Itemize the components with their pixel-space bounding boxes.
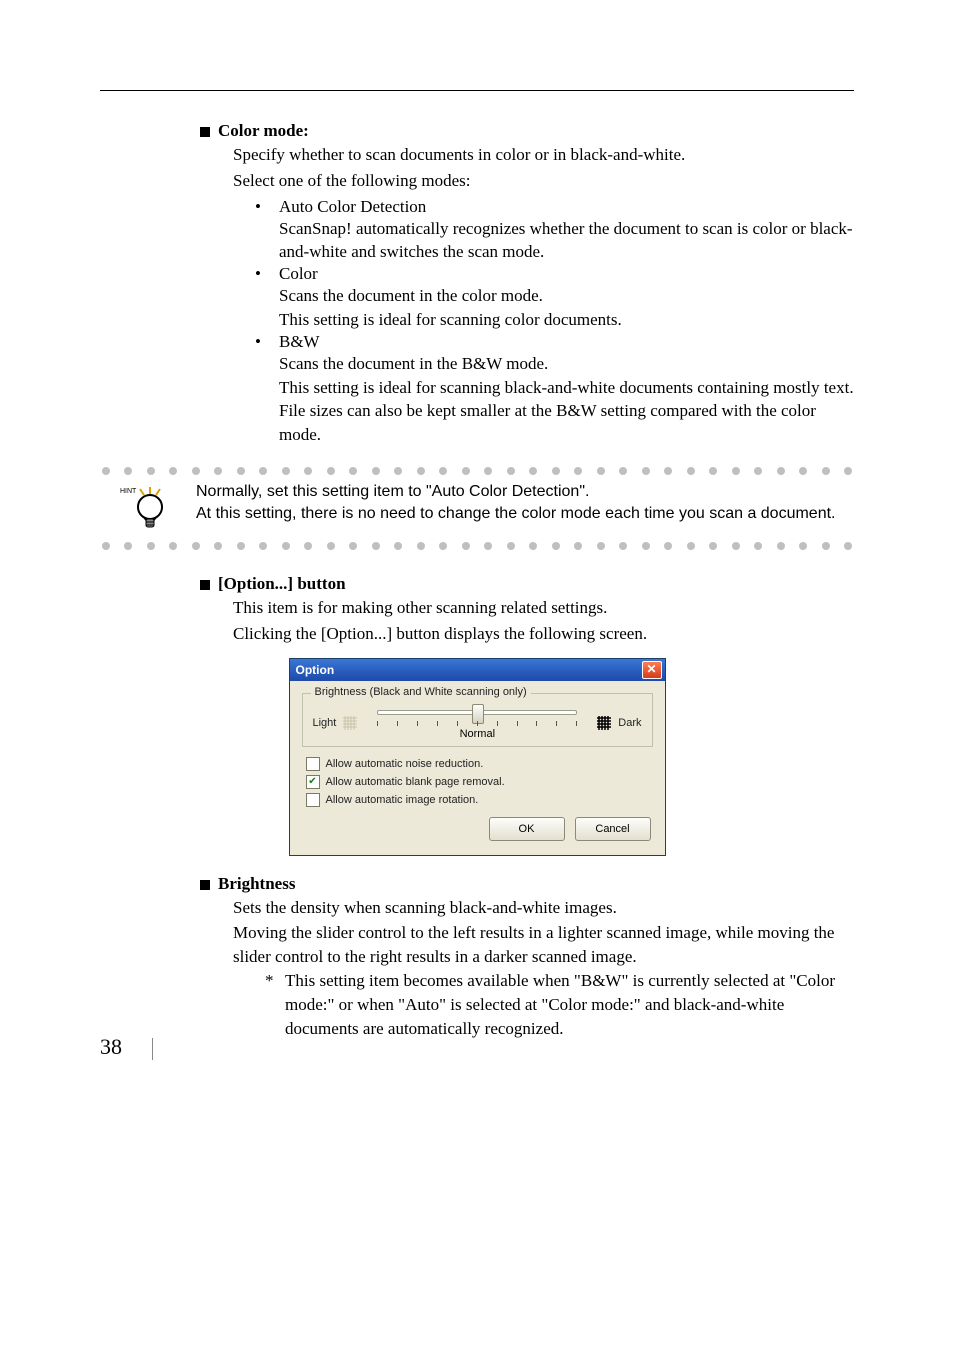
check-label: Allow automatic noise reduction.	[326, 758, 484, 770]
dark-label: Dark	[618, 717, 641, 729]
color-mode-intro-2: Select one of the following modes:	[233, 169, 854, 193]
item-auto-desc: ScanSnap! automatically recognizes wheth…	[279, 217, 854, 265]
bullet-dot: •	[255, 332, 279, 352]
cancel-button[interactable]: Cancel	[575, 817, 651, 841]
check-image-rotation[interactable]: Allow automatic image rotation.	[306, 793, 649, 807]
check-noise-reduction[interactable]: Allow automatic noise reduction.	[306, 757, 649, 771]
light-icon	[342, 715, 358, 731]
brightness-slider[interactable]	[377, 706, 577, 726]
item-bw-desc-1: Scans the document in the B&W mode.	[279, 352, 854, 376]
bullet-square	[200, 880, 210, 890]
bullet-square	[200, 127, 210, 137]
bullet-dot: •	[255, 264, 279, 284]
option-line-1: This item is for making other scanning r…	[233, 596, 854, 620]
brightness-group: Brightness (Black and White scanning onl…	[302, 693, 653, 747]
page-number-divider	[152, 1038, 153, 1060]
heading-brightness: Brightness	[218, 874, 295, 894]
item-auto-label: Auto Color Detection	[279, 197, 854, 217]
normal-label: Normal	[460, 728, 495, 740]
item-color-desc-1: Scans the document in the color mode.	[279, 284, 854, 308]
option-line-2: Clicking the [Option...] button displays…	[233, 622, 854, 646]
close-icon[interactable]: ✕	[642, 661, 662, 679]
dot-separator-top	[100, 467, 854, 475]
checkbox-icon[interactable]	[306, 793, 320, 807]
item-color-desc-2: This setting is ideal for scanning color…	[279, 308, 854, 332]
dialog-title: Option	[296, 663, 335, 677]
brightness-group-label: Brightness (Black and White scanning onl…	[311, 686, 531, 698]
checkbox-icon[interactable]: ✔	[306, 775, 320, 789]
item-bw-desc-2: This setting is ideal for scanning black…	[279, 376, 854, 447]
heading-color-mode: Color mode:	[218, 121, 309, 141]
hint-line-2: At this setting, there is no need to cha…	[196, 503, 854, 525]
heading-option-button: [Option...] button	[218, 574, 346, 594]
item-color-label: Color	[279, 264, 854, 284]
check-blank-page-removal[interactable]: ✔ Allow automatic blank page removal.	[306, 775, 649, 789]
brightness-note: This setting item becomes available when…	[285, 969, 854, 1040]
brightness-line-1: Sets the density when scanning black-and…	[233, 896, 854, 920]
bullet-dot: •	[255, 197, 279, 217]
check-label: Allow automatic image rotation.	[326, 794, 479, 806]
dialog-titlebar[interactable]: Option ✕	[290, 659, 665, 681]
ok-button[interactable]: OK	[489, 817, 565, 841]
bullet-square	[200, 580, 210, 590]
checkbox-icon[interactable]	[306, 757, 320, 771]
color-mode-intro-1: Specify whether to scan documents in col…	[233, 143, 854, 167]
brightness-line-2: Moving the slider control to the left re…	[233, 921, 854, 969]
footnote-star: *	[265, 969, 285, 1040]
dark-icon	[596, 715, 612, 731]
hint-label-text: HINT	[120, 488, 137, 495]
hint-icon: HINT	[120, 481, 180, 536]
item-bw-label: B&W	[279, 332, 854, 352]
hint-line-1: Normally, set this setting item to "Auto…	[196, 481, 854, 503]
dot-separator-bottom	[100, 542, 854, 550]
check-label: Allow automatic blank page removal.	[326, 776, 505, 788]
option-dialog: Option ✕ Brightness (Black and White sca…	[289, 658, 666, 856]
light-label: Light	[313, 717, 337, 729]
page-number: 38	[100, 1034, 122, 1059]
